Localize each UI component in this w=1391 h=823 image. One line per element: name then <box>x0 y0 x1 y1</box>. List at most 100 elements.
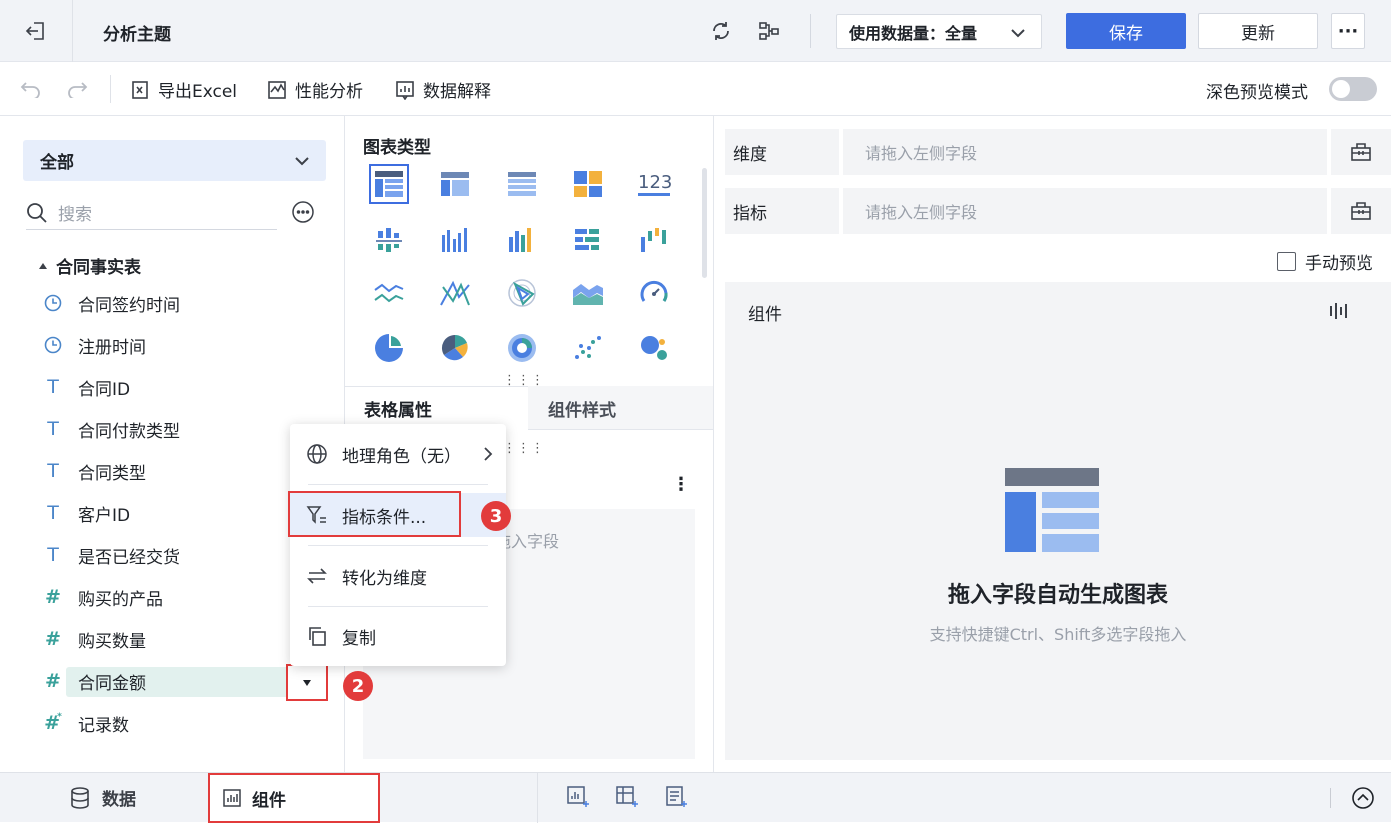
add-table-icon[interactable] <box>664 785 688 809</box>
detail-table-icon[interactable] <box>502 164 542 204</box>
table-node[interactable]: 合同事实表 <box>38 253 141 278</box>
dimension-dropzone[interactable]: 请拖入左侧字段 <box>843 129 1327 175</box>
field-item[interactable]: 合同签约时间 <box>40 288 180 318</box>
drag-handle-icon[interactable]: ⋮⋮⋮ <box>503 442 545 455</box>
kpi-card-icon[interactable] <box>568 164 608 204</box>
performance-analysis-button[interactable]: 性能分析 <box>267 77 363 102</box>
field-item[interactable]: T 合同付款类型 <box>40 414 180 444</box>
add-chart-icon[interactable] <box>566 785 590 809</box>
dimension-label: 维度 <box>725 129 839 175</box>
measure-settings-button[interactable] <box>1331 188 1391 234</box>
cross-table-icon[interactable] <box>435 164 475 204</box>
menu-item-measure-condition[interactable]: 指标条件... <box>288 491 506 537</box>
empty-state-title: 拖入字段自动生成图表 <box>947 583 1168 608</box>
field-item[interactable]: 注册时间 <box>40 330 146 360</box>
scope-select[interactable]: 全部 <box>23 140 326 181</box>
toolbar: 导出Excel 性能分析 数据解释 深色预览模式 <box>0 62 1391 116</box>
chart-settings-icon[interactable] <box>1328 301 1350 321</box>
radar-chart-icon[interactable] <box>502 273 542 313</box>
table-chart-icon[interactable] <box>369 164 409 204</box>
data-amount-select[interactable]: 使用数据量：全量 <box>836 14 1042 49</box>
performance-icon <box>268 80 286 99</box>
tab-data[interactable]: 数据 <box>70 785 136 810</box>
field-label: 合同金额 <box>78 673 146 694</box>
lineage-icon[interactable] <box>756 18 782 44</box>
field-item[interactable]: T 合同ID <box>40 372 130 402</box>
sunburst-chart-icon[interactable] <box>502 328 542 368</box>
excel-icon <box>132 80 148 99</box>
field-dropdown-button[interactable] <box>286 664 328 701</box>
data-explain-button[interactable]: 数据解释 <box>395 77 491 102</box>
field-item[interactable]: # 购买的产品 <box>40 582 163 612</box>
menu-item-convert-dimension[interactable]: 转化为维度 <box>290 554 506 598</box>
step-badge: 3 <box>481 501 511 531</box>
drag-handle-icon[interactable]: ⋮⋮⋮ <box>503 374 545 387</box>
context-menu: 地理角色（无） 指标条件... 转化为维度 复制 <box>288 424 506 666</box>
refresh-icon[interactable] <box>708 18 734 44</box>
search-icon <box>27 202 47 223</box>
manual-preview-checkbox[interactable]: 手动预览 <box>1277 249 1373 274</box>
search-input[interactable]: 搜索 <box>26 196 277 230</box>
field-item[interactable]: # * 记录数 <box>40 708 129 738</box>
field-item[interactable]: T 是否已经交货 <box>40 540 180 570</box>
back-button[interactable] <box>0 0 73 62</box>
pie-chart-icon[interactable] <box>369 328 409 368</box>
scrollbar[interactable] <box>702 168 707 278</box>
export-excel-button[interactable]: 导出Excel <box>130 77 237 102</box>
save-button[interactable]: 保存 <box>1066 13 1186 49</box>
text-icon: T <box>47 502 59 524</box>
more-options-icon[interactable] <box>291 200 315 224</box>
field-item-selected[interactable]: # 合同金额 <box>40 666 146 696</box>
highlight-box <box>288 491 461 537</box>
measure-dropzone[interactable]: 请拖入左侧字段 <box>843 188 1327 234</box>
multi-column-chart-icon[interactable] <box>502 220 542 260</box>
number-icon[interactable]: 123 <box>634 164 674 204</box>
line-chart-icon[interactable] <box>369 273 409 313</box>
field-label: 客户ID <box>78 505 131 526</box>
hash-star-icon: # * <box>44 712 62 734</box>
field-item[interactable]: # 购买数量 <box>40 624 146 654</box>
dimension-settings-button[interactable] <box>1331 129 1391 175</box>
rose-chart-icon[interactable] <box>435 328 475 368</box>
update-button[interactable]: 更新 <box>1198 13 1318 49</box>
collapse-up-icon[interactable] <box>1351 786 1375 810</box>
bar-chart-icon[interactable] <box>568 220 608 260</box>
multi-line-chart-icon[interactable] <box>435 273 475 313</box>
menu-item-label: 转化为维度 <box>342 568 427 589</box>
redo-icon[interactable] <box>66 80 88 98</box>
chevron-right-icon <box>484 447 493 461</box>
page-title: 分析主题 <box>103 25 171 45</box>
grouped-table-icon[interactable] <box>369 220 409 260</box>
gauge-chart-icon[interactable] <box>634 273 674 313</box>
checkbox[interactable] <box>1277 252 1296 271</box>
tab-widget[interactable]: 组件 <box>208 773 380 823</box>
field-item[interactable]: T 合同类型 <box>40 456 146 486</box>
field-item[interactable]: T 客户ID <box>40 498 130 528</box>
scatter-chart-icon[interactable] <box>568 328 608 368</box>
menu-item-geo-role[interactable]: 地理角色（无） <box>290 432 506 476</box>
menu-item-copy[interactable]: 复制 <box>290 614 506 658</box>
field-label: 注册时间 <box>78 337 146 358</box>
field-label: 购买的产品 <box>78 589 163 610</box>
undo-icon[interactable] <box>20 80 42 98</box>
hash-icon: # <box>45 628 61 650</box>
bubble-chart-icon[interactable] <box>634 328 674 368</box>
waterfall-chart-icon[interactable] <box>634 220 674 260</box>
field-label: 合同付款类型 <box>78 421 180 442</box>
more-button[interactable]: ··· <box>1331 13 1365 49</box>
divider <box>1330 788 1331 808</box>
dark-mode-toggle[interactable] <box>1329 77 1377 101</box>
field-label: 购买数量 <box>78 631 146 652</box>
menu-item-label: 地理角色（无） <box>342 446 461 467</box>
column-chart-icon[interactable] <box>435 220 475 260</box>
area-chart-icon[interactable] <box>568 273 608 313</box>
add-crosstable-icon[interactable] <box>615 785 639 809</box>
chart-canvas: 组件 拖入字段自动生成图表 支持快捷键Ctrl、Shift多选字段拖入 <box>725 282 1391 760</box>
bottom-bar: 数据 组件 <box>0 772 1391 823</box>
kebab-menu-icon[interactable]: ⋮ <box>672 474 690 495</box>
tab-widget-style[interactable]: 组件样式 <box>548 386 616 430</box>
divider <box>537 773 538 823</box>
canvas-title: 组件 <box>748 305 782 325</box>
chevron-down-icon <box>1011 29 1025 38</box>
menu-item-label: 复制 <box>342 628 376 649</box>
